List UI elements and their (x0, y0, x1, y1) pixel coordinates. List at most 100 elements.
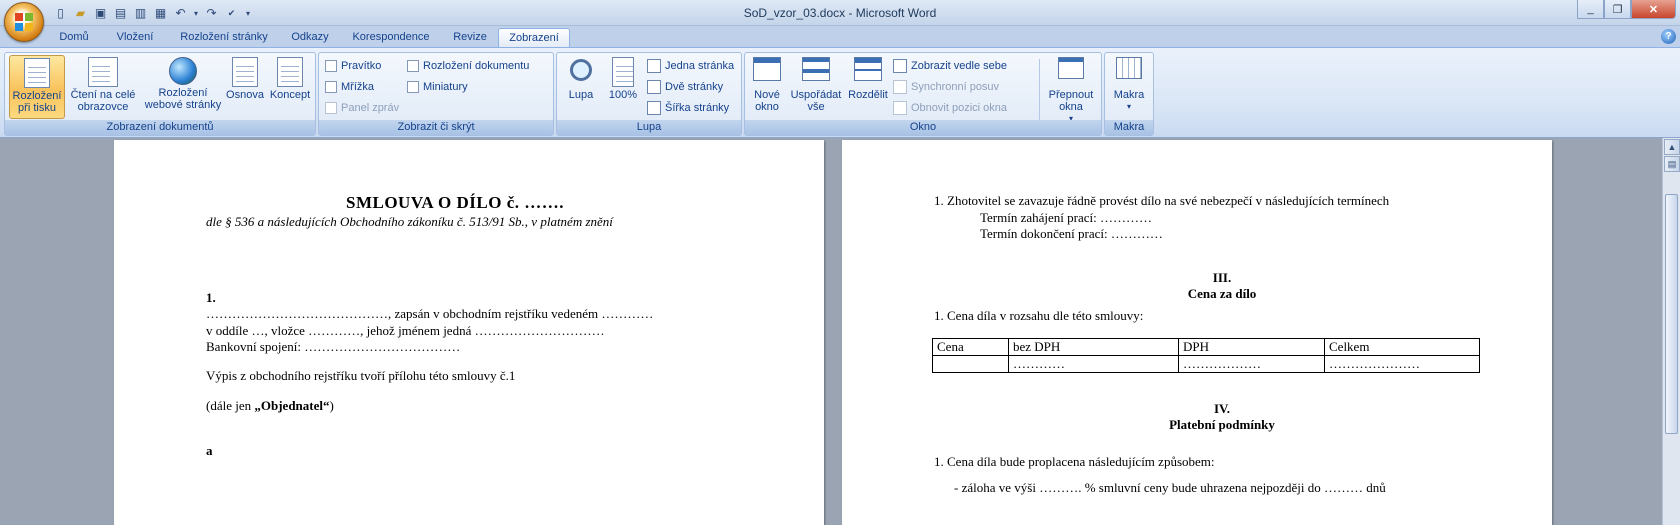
deadline-item: 1. Zhotovitel se zavazuje řádně provést … (934, 193, 1390, 208)
sync-scroll-icon (893, 80, 907, 94)
window-group-separator (1039, 59, 1040, 121)
tab-review[interactable]: Revize (444, 28, 496, 47)
help-icon[interactable]: ? (1661, 29, 1676, 44)
party-line-2: v oddíle …, vložce …………, jehož jménem je… (206, 323, 605, 338)
macros-button[interactable]: Makra ▾ (1109, 55, 1149, 119)
party-line-1: ……………………………………, zapsán v obchodním rejst… (206, 306, 654, 321)
office-button[interactable] (4, 2, 44, 42)
tab-page-layout[interactable]: Rozložení stránky (168, 28, 280, 47)
outline-label: Osnova (226, 89, 264, 101)
scroll-thumb[interactable] (1665, 194, 1678, 434)
document-map-checkbox[interactable]: Rozložení dokumentu (407, 57, 529, 75)
table-cell: ……………… (1178, 355, 1325, 373)
group-zoom-label: Lupa (557, 120, 741, 135)
ribbon-tabs: Domů Vložení Rozložení stránky Odkazy Ko… (0, 26, 1680, 47)
outline-button[interactable]: Osnova (223, 55, 267, 119)
gridlines-checkbox[interactable]: Mřížka (325, 78, 374, 96)
price-item: 1. Cena díla v rozsahu dle této smlouvy: (934, 308, 1144, 323)
two-pages-icon (647, 80, 661, 94)
message-bar-label: Panel zpráv (341, 102, 400, 114)
draft-button[interactable]: Koncept (267, 55, 313, 119)
document-area[interactable]: SMLOUVA O DÍLO č. ……. dle § 536 a násled… (0, 138, 1662, 525)
customer-prefix: (dále jen (206, 398, 255, 413)
arrange-all-label: Uspořádat vše (790, 89, 842, 113)
and-word: a (206, 443, 213, 458)
two-pages-button[interactable]: Dvě stránky (647, 78, 723, 96)
view-ruler-icon[interactable]: ▤ (1664, 156, 1680, 172)
close-button[interactable]: ✕ (1631, 0, 1676, 19)
reset-window-position-button[interactable]: Obnovit pozici okna (893, 99, 1007, 117)
tab-insert[interactable]: Vložení (104, 28, 166, 47)
table-header-cell: bez DPH (1008, 338, 1179, 356)
ruler-checkbox[interactable]: Pravítko (325, 57, 381, 75)
one-page-button[interactable]: Jedna stránka (647, 57, 734, 75)
payment-item: 1. Cena díla bude proplacena následující… (934, 454, 1215, 469)
vertical-scrollbar[interactable]: ▲ ▤ (1662, 138, 1680, 525)
new-window-icon (753, 57, 781, 81)
split-button[interactable]: Rozdělit (845, 55, 891, 119)
zoom-100-label: 100% (608, 89, 638, 101)
page-width-button[interactable]: Šířka stránky (647, 99, 729, 117)
new-window-button[interactable]: Nové okno (749, 55, 785, 119)
thumbnails-checkbox[interactable]: Miniatury (407, 78, 468, 96)
table-header-row: Cena bez DPH DPH Celkem (932, 338, 1480, 356)
table-cell: ………………… (1324, 355, 1480, 373)
synchronous-scrolling-button[interactable]: Synchronní posuv (893, 78, 999, 96)
thumbnails-label: Miniatury (423, 81, 468, 93)
print-layout-button[interactable]: Rozložení při tisku (9, 55, 65, 119)
view-side-by-side-button[interactable]: Zobrazit vedle sebe (893, 57, 1007, 75)
table-header-cell: Cena (932, 338, 1009, 356)
tab-view[interactable]: Zobrazení (498, 28, 570, 47)
table-cell: ………… (1008, 355, 1179, 373)
zoom-button[interactable]: Lupa (561, 55, 601, 119)
payment-dash-line: - záloha ve výši ………. % smluvní ceny bud… (954, 480, 1386, 495)
start-date-line: Termín zahájení prací: ………… (980, 210, 1153, 225)
zoom-100-button[interactable]: 100% (603, 55, 643, 119)
macros-dropdown-icon: ▾ (1126, 102, 1131, 111)
customer-name: „Objednatel“ (254, 398, 330, 413)
magnifier-icon (570, 59, 592, 81)
document-map-label: Rozložení dokumentu (423, 60, 530, 72)
full-screen-reading-icon (88, 57, 118, 87)
tab-references[interactable]: Odkazy (282, 28, 338, 47)
group-macros: Makra ▾ Makra (1104, 52, 1154, 136)
window-controls: _ ❐ ✕ (1577, 0, 1676, 19)
price-table: Cena bez DPH DPH Celkem ………… ……………… …………… (932, 338, 1480, 373)
reset-position-icon (893, 101, 907, 115)
title-bar: ▯ ▰ ▣ ▤ ▥ ▦ ↶ ▾ ↷ ✔ ▾ SoD_vzor_03.docx -… (0, 0, 1680, 42)
thumbnails-check-icon (407, 81, 419, 93)
message-bar-checkbox[interactable]: Panel zpráv (325, 99, 399, 117)
macros-label: Makra (1113, 89, 1145, 101)
zoom-100-icon (612, 57, 634, 87)
arrange-all-button[interactable]: Uspořádat vše (787, 55, 845, 119)
page-right[interactable]: 1. Zhotovitel se zavazuje řádně provést … (842, 140, 1552, 525)
table-cell (932, 355, 1009, 373)
page-width-icon (647, 101, 661, 115)
ribbon: Rozložení při tisku Čtení na celé obrazo… (0, 47, 1680, 138)
gridlines-check-icon (325, 81, 337, 93)
web-layout-label: Rozložení webové stránky (144, 87, 222, 111)
switch-windows-button[interactable]: Přepnout okna ▾ (1045, 55, 1097, 123)
tab-mailings[interactable]: Korespondence (340, 28, 442, 47)
section-4-number: IV. (1213, 401, 1231, 416)
message-bar-check-icon (325, 102, 337, 114)
tab-home[interactable]: Domů (46, 28, 102, 47)
full-screen-reading-button[interactable]: Čtení na celé obrazovce (67, 55, 139, 119)
group-show-hide: Pravítko Mřížka Panel zpráv Rozložení do… (318, 52, 554, 136)
macros-icon (1116, 57, 1142, 79)
switch-windows-label: Přepnout okna (1048, 89, 1094, 113)
page-left[interactable]: SMLOUVA O DÍLO č. ……. dle § 536 a násled… (114, 140, 824, 525)
minimize-button[interactable]: _ (1577, 0, 1604, 19)
customer-line: (dále jen „Objednatel“) (206, 398, 334, 414)
print-layout-icon (24, 58, 50, 88)
restore-button[interactable]: ❐ (1604, 0, 1631, 19)
registry-line: Výpis z obchodního rejstříku tvoří přílo… (206, 368, 516, 383)
web-layout-button[interactable]: Rozložení webové stránky (143, 55, 223, 119)
print-layout-label: Rozložení při tisku (12, 90, 62, 114)
side-by-side-label: Zobrazit vedle sebe (911, 60, 1007, 72)
group-zoom: Lupa 100% Jedna stránka Dvě stránky Šířk… (556, 52, 742, 136)
scroll-up-icon[interactable]: ▲ (1664, 139, 1680, 155)
split-label: Rozdělit (848, 89, 888, 101)
side-by-side-icon (893, 59, 907, 73)
web-layout-icon (169, 57, 197, 85)
